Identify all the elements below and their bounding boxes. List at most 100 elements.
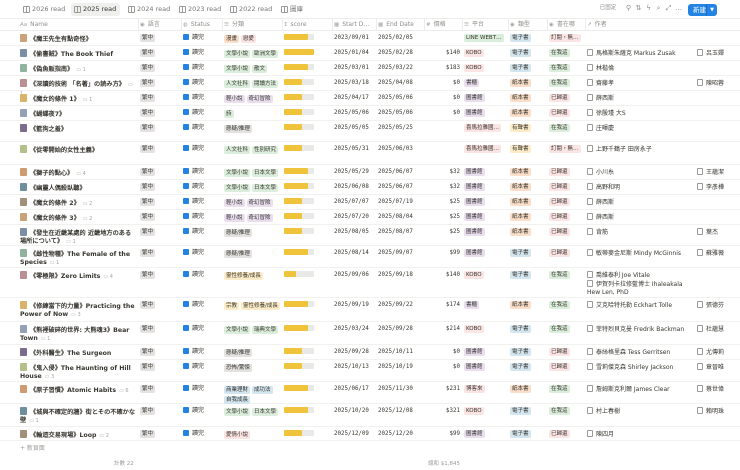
price-cell[interactable]: $0 (426, 363, 460, 371)
author-link[interactable]: 敏蒂麥金尼斯 Mindy McGinnis (587, 249, 695, 258)
author-link[interactable]: 徐殷瑾 大S (587, 109, 695, 118)
language-cell[interactable]: 繁中 (140, 79, 180, 87)
comment-count[interactable]: ▭ 4 (76, 171, 86, 177)
checked-checkbox-icon[interactable] (183, 430, 189, 436)
type-cell[interactable]: 電子書 (510, 249, 548, 257)
type-cell[interactable]: 紙本書 (510, 168, 548, 176)
platform-cell[interactable]: KOBO (464, 407, 508, 415)
table-row[interactable]: 《零極限》Zero Limits ▭ 4 繁中 讀完 靈性修養/成長 2025/09/06… (0, 268, 740, 298)
author-cell[interactable]: 薛西斯 (587, 94, 695, 103)
platform-cell[interactable]: 圖書館 (464, 198, 508, 206)
category-cell[interactable]: 商業理財 成功法自我成長 (224, 385, 282, 405)
book-title-link[interactable]: 《雌性物種》The Female of the Species (20, 251, 130, 266)
author-link[interactable]: 馬格斯朱薩克 Markus Zusak (587, 49, 695, 58)
checked-checkbox-icon[interactable] (183, 145, 189, 151)
title-cell[interactable]: 《蝴蝶夜7》 (20, 109, 136, 119)
status-cell[interactable]: 讀完 (183, 183, 221, 191)
column-header-author[interactable]: ↗ 作者 (587, 19, 687, 31)
end-date-cell[interactable]: 2025/02/28 (378, 49, 422, 57)
author-cell[interactable]: 小川糸 (587, 168, 695, 177)
translator-cell[interactable]: 章晉唯 (697, 363, 740, 372)
column-header-type[interactable]: ◉ 類型 (510, 19, 548, 31)
end-date-cell[interactable]: 2025/08/07 (378, 228, 422, 236)
language-cell[interactable]: 繁中 (140, 198, 180, 206)
tab-2025-read[interactable]: 2025 read (71, 3, 121, 16)
language-cell[interactable]: 繁中 (140, 271, 180, 279)
column-header-price[interactable]: # 價格 (426, 19, 462, 31)
end-date-cell[interactable]: 2025/05/06 (378, 94, 422, 102)
type-cell[interactable]: 電子書 (510, 407, 548, 415)
checked-checkbox-icon[interactable] (183, 49, 189, 55)
start-date-cell[interactable]: 2025/01/04 (334, 49, 376, 57)
type-cell[interactable]: 有聲書 (510, 145, 548, 153)
location-cell[interactable]: 已歸還 (549, 168, 585, 176)
book-title-link[interactable]: 《偽魚販指南》 (30, 66, 73, 73)
book-title-link[interactable]: 《從零開始的女性主義》 (30, 147, 98, 154)
platform-cell[interactable]: KOBO (464, 325, 508, 333)
table-row[interactable]: 《從零開始的女性主義》 繁中 讀完 人文社科 性別研究 2025/05/31 2025/06… (0, 142, 740, 165)
price-cell[interactable]: $99 (426, 430, 460, 438)
title-cell[interactable]: 《零極限》Zero Limits ▭ 4 (20, 271, 136, 282)
language-cell[interactable]: 繁中 (140, 363, 180, 371)
start-date-cell[interactable]: 2025/09/06 (334, 271, 376, 279)
author-link[interactable]: 林楷倫 (587, 64, 695, 73)
location-cell[interactable]: 已歸還 (549, 249, 585, 257)
platform-cell[interactable]: LINE WEBT… (464, 34, 508, 42)
comment-count[interactable]: ▭ 1 (76, 67, 86, 73)
author-cell[interactable]: 陳四月 (587, 430, 695, 439)
comment-count[interactable]: ▭ 2 (83, 201, 93, 207)
location-cell[interactable]: 在我這 (549, 271, 585, 279)
price-cell[interactable]: $214 (426, 325, 460, 333)
start-date-cell[interactable]: 2025/04/17 (334, 94, 376, 102)
checked-checkbox-icon[interactable] (183, 198, 189, 204)
type-cell[interactable]: 電子書 (510, 34, 548, 42)
type-cell[interactable]: 電子書 (510, 430, 548, 438)
title-cell[interactable]: 《獅子的點心》 ▭ 4 (20, 168, 136, 179)
tab-2026-read[interactable]: 2026 read (20, 3, 69, 16)
title-cell[interactable]: 《雌性物種》The Female of the Species ▭ 1 (20, 249, 136, 267)
platform-cell[interactable]: KOBO (464, 49, 508, 57)
location-cell[interactable]: 已歸還 (549, 94, 585, 102)
status-cell[interactable]: 讀完 (183, 348, 221, 356)
language-cell[interactable]: 繁中 (140, 49, 180, 57)
type-cell[interactable]: 電子書 (510, 271, 548, 279)
title-cell[interactable]: 《外科醫生》The Surgeon (20, 348, 136, 358)
status-cell[interactable]: 讀完 (183, 124, 221, 132)
category-cell[interactable]: 文學小說 日本文學 (224, 183, 282, 193)
table-row[interactable]: 《輪迴交易現場》Loop ▭ 2 繁中 讀完 愛情小說 2025/12/09 2025/12… (0, 427, 740, 441)
status-cell[interactable]: 讀完 (183, 228, 221, 236)
end-date-cell[interactable]: 2025/05/06 (378, 109, 422, 117)
start-date-cell[interactable]: 2025/06/08 (334, 183, 376, 191)
status-cell[interactable]: 讀完 (183, 213, 221, 221)
category-cell[interactable]: 輕小說 奇幻冒險 (224, 198, 282, 208)
location-cell[interactable]: 在我這 (549, 301, 585, 309)
checked-checkbox-icon[interactable] (183, 124, 189, 130)
author-cell[interactable]: 林楷倫 (587, 64, 695, 73)
checked-checkbox-icon[interactable] (183, 301, 189, 307)
start-date-cell[interactable]: 2025/03/01 (334, 64, 376, 72)
category-cell[interactable]: 懸疑/推理 (224, 348, 282, 358)
end-date-cell[interactable]: 2025/11/30 (378, 385, 422, 393)
start-date-cell[interactable]: 2025/09/19 (334, 301, 376, 309)
location-cell[interactable]: 在我這 (549, 407, 585, 415)
author-cell[interactable]: 薛西斯 (587, 198, 695, 207)
checked-checkbox-icon[interactable] (183, 348, 189, 354)
category-cell[interactable]: 文學小說 日本文學 (224, 168, 282, 178)
location-cell[interactable]: 在我這 (549, 124, 585, 132)
type-cell[interactable]: 電子書 (510, 49, 548, 57)
author-cell[interactable]: 詹姆斯克利爾 James Clear (587, 385, 695, 394)
status-cell[interactable]: 讀完 (183, 79, 221, 87)
book-title-link[interactable]: 《偷書賊》The Book Thief (30, 51, 113, 58)
platform-cell[interactable]: 圖書館 (464, 183, 508, 191)
table-row[interactable]: 《城與不確定的牆》街とその不確かな壁 ▭ 1 繁中 讀完 文學小說 日本文學 2025/10… (0, 404, 740, 427)
language-cell[interactable]: 繁中 (140, 325, 180, 333)
checked-checkbox-icon[interactable] (183, 325, 189, 331)
table-row[interactable]: 《魔女的條件 3》 ▭ 2 繁中 讀完 輕小說 奇幻冒險 2025/07/20 2025/08… (0, 210, 740, 225)
category-cell[interactable]: 懸疑/推理 (224, 228, 282, 238)
status-cell[interactable]: 讀完 (183, 198, 221, 206)
start-date-cell[interactable]: 2025/08/14 (334, 249, 376, 257)
table-row[interactable]: 《獅子的點心》 ▭ 4 繁中 讀完 文學小說 日本文學 2025/05/29 2025/06/… (0, 165, 740, 180)
platform-cell[interactable]: 圖書館 (464, 109, 508, 117)
translator-cell[interactable]: 陳昭蓉 (697, 79, 740, 88)
end-date-cell[interactable]: 2025/10/19 (378, 363, 422, 371)
